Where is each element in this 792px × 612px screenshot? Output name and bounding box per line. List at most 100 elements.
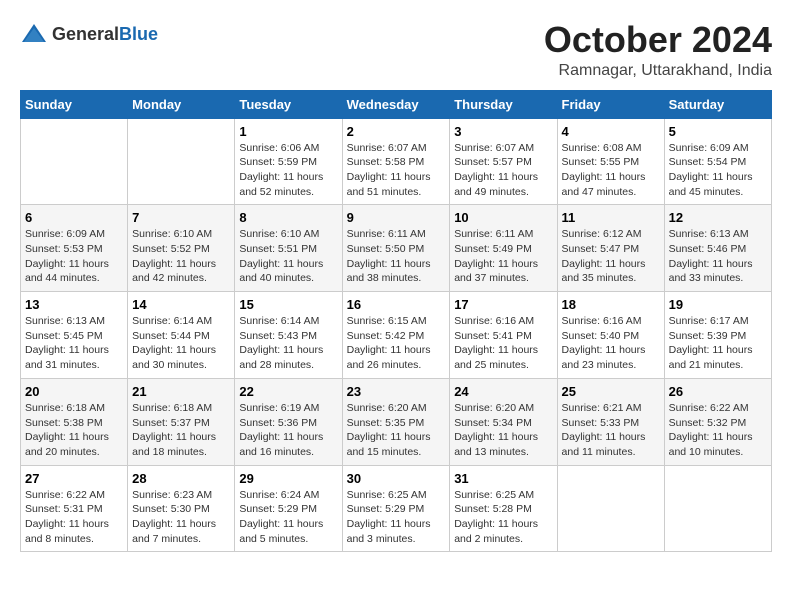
day-number: 2	[347, 124, 446, 139]
day-info: Sunrise: 6:15 AM Sunset: 5:42 PM Dayligh…	[347, 314, 446, 373]
day-info: Sunrise: 6:09 AM Sunset: 5:53 PM Dayligh…	[25, 227, 123, 286]
day-number: 18	[562, 297, 660, 312]
calendar-cell: 12 Sunrise: 6:13 AM Sunset: 5:46 PM Dayli…	[664, 205, 771, 292]
day-info: Sunrise: 6:22 AM Sunset: 5:32 PM Dayligh…	[669, 401, 767, 460]
day-info: Sunrise: 6:09 AM Sunset: 5:54 PM Dayligh…	[669, 141, 767, 200]
day-info: Sunrise: 6:24 AM Sunset: 5:29 PM Dayligh…	[239, 488, 337, 547]
calendar-cell: 11 Sunrise: 6:12 AM Sunset: 5:47 PM Dayli…	[557, 205, 664, 292]
day-number: 26	[669, 384, 767, 399]
day-number: 6	[25, 210, 123, 225]
calendar-cell: 22Sunrise: 6:19 AM Sunset: 5:36 PM Dayli…	[235, 378, 342, 465]
day-number: 31	[454, 471, 552, 486]
day-info: Sunrise: 6:25 AM Sunset: 5:28 PM Dayligh…	[454, 488, 552, 547]
calendar-cell: 15Sunrise: 6:14 AM Sunset: 5:43 PM Dayli…	[235, 292, 342, 379]
calendar-week-2: 6 Sunrise: 6:09 AM Sunset: 5:53 PM Daylig…	[21, 205, 772, 292]
day-number: 14	[132, 297, 230, 312]
day-info: Sunrise: 6:21 AM Sunset: 5:33 PM Dayligh…	[562, 401, 660, 460]
calendar-cell	[128, 118, 235, 205]
day-number: 5	[669, 124, 767, 139]
day-number: 23	[347, 384, 446, 399]
calendar-body: 1 Sunrise: 6:06 AM Sunset: 5:59 PM Daylig…	[21, 118, 772, 552]
calendar-cell: 21 Sunrise: 6:18 AM Sunset: 5:37 PM Dayli…	[128, 378, 235, 465]
calendar-cell: 2 Sunrise: 6:07 AM Sunset: 5:58 PM Daylig…	[342, 118, 450, 205]
day-number: 12	[669, 210, 767, 225]
day-info: Sunrise: 6:16 AM Sunset: 5:41 PM Dayligh…	[454, 314, 552, 373]
calendar-cell: 4Sunrise: 6:08 AM Sunset: 5:55 PM Daylig…	[557, 118, 664, 205]
page-header: GeneralBlue October 2024 Ramnagar, Uttar…	[20, 20, 772, 80]
day-number: 9	[347, 210, 446, 225]
logo-general: General	[52, 24, 119, 44]
day-info: Sunrise: 6:07 AM Sunset: 5:58 PM Dayligh…	[347, 141, 446, 200]
day-number: 1	[239, 124, 337, 139]
day-info: Sunrise: 6:11 AM Sunset: 5:49 PM Dayligh…	[454, 227, 552, 286]
day-number: 3	[454, 124, 552, 139]
day-info: Sunrise: 6:13 AM Sunset: 5:45 PM Dayligh…	[25, 314, 123, 373]
day-number: 30	[347, 471, 446, 486]
calendar-week-3: 13 Sunrise: 6:13 AM Sunset: 5:45 PM Dayli…	[21, 292, 772, 379]
logo-icon	[20, 20, 48, 48]
calendar-cell: 26 Sunrise: 6:22 AM Sunset: 5:32 PM Dayli…	[664, 378, 771, 465]
calendar-cell: 28 Sunrise: 6:23 AM Sunset: 5:30 PM Dayli…	[128, 465, 235, 552]
calendar-cell: 18 Sunrise: 6:16 AM Sunset: 5:40 PM Dayli…	[557, 292, 664, 379]
day-info: Sunrise: 6:17 AM Sunset: 5:39 PM Dayligh…	[669, 314, 767, 373]
calendar-cell: 20Sunrise: 6:18 AM Sunset: 5:38 PM Dayli…	[21, 378, 128, 465]
day-number: 10	[454, 210, 552, 225]
col-header-monday: Monday	[128, 90, 235, 118]
calendar-week-1: 1 Sunrise: 6:06 AM Sunset: 5:59 PM Daylig…	[21, 118, 772, 205]
calendar-cell: 13 Sunrise: 6:13 AM Sunset: 5:45 PM Dayli…	[21, 292, 128, 379]
day-info: Sunrise: 6:10 AM Sunset: 5:51 PM Dayligh…	[239, 227, 337, 286]
day-info: Sunrise: 6:13 AM Sunset: 5:46 PM Dayligh…	[669, 227, 767, 286]
calendar-header-row: SundayMondayTuesdayWednesdayThursdayFrid…	[21, 90, 772, 118]
day-number: 13	[25, 297, 123, 312]
col-header-sunday: Sunday	[21, 90, 128, 118]
day-number: 19	[669, 297, 767, 312]
day-number: 8	[239, 210, 337, 225]
calendar-cell: 10 Sunrise: 6:11 AM Sunset: 5:49 PM Dayli…	[450, 205, 557, 292]
day-info: Sunrise: 6:06 AM Sunset: 5:59 PM Dayligh…	[239, 141, 337, 200]
day-info: Sunrise: 6:19 AM Sunset: 5:36 PM Dayligh…	[239, 401, 337, 460]
day-number: 21	[132, 384, 230, 399]
day-info: Sunrise: 6:23 AM Sunset: 5:30 PM Dayligh…	[132, 488, 230, 547]
day-number: 17	[454, 297, 552, 312]
month-title: October 2024	[544, 20, 772, 60]
day-info: Sunrise: 6:08 AM Sunset: 5:55 PM Dayligh…	[562, 141, 660, 200]
day-number: 24	[454, 384, 552, 399]
location-title: Ramnagar, Uttarakhand, India	[544, 62, 772, 80]
calendar-cell: 5 Sunrise: 6:09 AM Sunset: 5:54 PM Daylig…	[664, 118, 771, 205]
calendar-cell: 8 Sunrise: 6:10 AM Sunset: 5:51 PM Daylig…	[235, 205, 342, 292]
calendar-table: SundayMondayTuesdayWednesdayThursdayFrid…	[20, 90, 772, 553]
calendar-cell: 27Sunrise: 6:22 AM Sunset: 5:31 PM Dayli…	[21, 465, 128, 552]
calendar-cell: 25 Sunrise: 6:21 AM Sunset: 5:33 PM Dayli…	[557, 378, 664, 465]
title-area: October 2024 Ramnagar, Uttarakhand, Indi…	[544, 20, 772, 80]
logo: GeneralBlue	[20, 20, 158, 48]
calendar-cell: 7Sunrise: 6:10 AM Sunset: 5:52 PM Daylig…	[128, 205, 235, 292]
day-info: Sunrise: 6:20 AM Sunset: 5:34 PM Dayligh…	[454, 401, 552, 460]
day-number: 25	[562, 384, 660, 399]
day-number: 20	[25, 384, 123, 399]
day-number: 11	[562, 210, 660, 225]
day-number: 29	[239, 471, 337, 486]
day-number: 28	[132, 471, 230, 486]
calendar-cell: 6 Sunrise: 6:09 AM Sunset: 5:53 PM Daylig…	[21, 205, 128, 292]
calendar-cell: 14 Sunrise: 6:14 AM Sunset: 5:44 PM Dayli…	[128, 292, 235, 379]
day-info: Sunrise: 6:14 AM Sunset: 5:44 PM Dayligh…	[132, 314, 230, 373]
calendar-cell	[664, 465, 771, 552]
day-info: Sunrise: 6:12 AM Sunset: 5:47 PM Dayligh…	[562, 227, 660, 286]
day-info: Sunrise: 6:14 AM Sunset: 5:43 PM Dayligh…	[239, 314, 337, 373]
col-header-tuesday: Tuesday	[235, 90, 342, 118]
calendar-week-5: 27Sunrise: 6:22 AM Sunset: 5:31 PM Dayli…	[21, 465, 772, 552]
calendar-cell: 1 Sunrise: 6:06 AM Sunset: 5:59 PM Daylig…	[235, 118, 342, 205]
calendar-cell: 23 Sunrise: 6:20 AM Sunset: 5:35 PM Dayli…	[342, 378, 450, 465]
calendar-cell: 19 Sunrise: 6:17 AM Sunset: 5:39 PM Dayli…	[664, 292, 771, 379]
calendar-cell: 9Sunrise: 6:11 AM Sunset: 5:50 PM Daylig…	[342, 205, 450, 292]
calendar-cell	[557, 465, 664, 552]
day-number: 7	[132, 210, 230, 225]
logo-blue: Blue	[119, 24, 158, 44]
day-info: Sunrise: 6:16 AM Sunset: 5:40 PM Dayligh…	[562, 314, 660, 373]
day-info: Sunrise: 6:25 AM Sunset: 5:29 PM Dayligh…	[347, 488, 446, 547]
day-info: Sunrise: 6:18 AM Sunset: 5:37 PM Dayligh…	[132, 401, 230, 460]
calendar-cell: 29 Sunrise: 6:24 AM Sunset: 5:29 PM Dayli…	[235, 465, 342, 552]
day-info: Sunrise: 6:20 AM Sunset: 5:35 PM Dayligh…	[347, 401, 446, 460]
calendar-cell: 31 Sunrise: 6:25 AM Sunset: 5:28 PM Dayli…	[450, 465, 557, 552]
col-header-thursday: Thursday	[450, 90, 557, 118]
